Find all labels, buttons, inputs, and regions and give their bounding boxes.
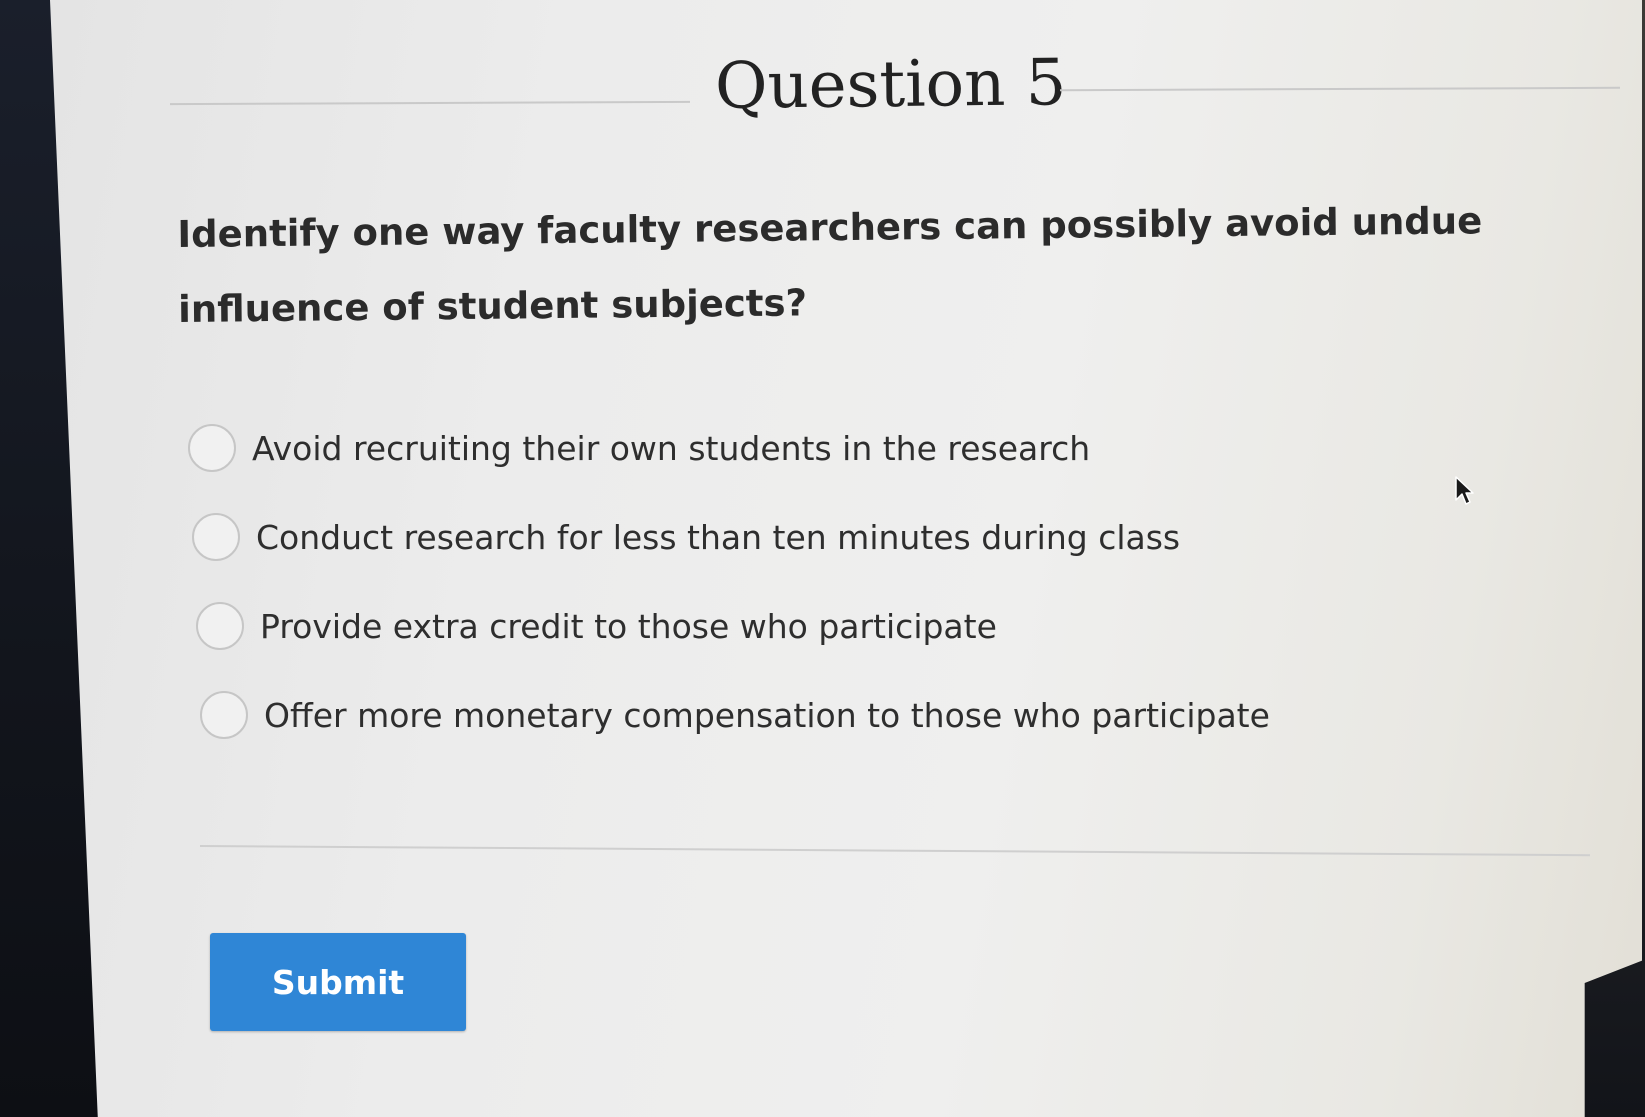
radio-button[interactable] [192,513,240,561]
question-text: Identify one way faculty researchers can… [177,199,1483,331]
radio-button[interactable] [188,424,236,472]
option-1[interactable]: Avoid recruiting their own students in t… [188,418,1090,478]
question-header: Question 5 [169,40,1621,150]
option-label: Conduct research for less than ten minut… [256,517,1181,557]
option-label: Provide extra credit to those who partic… [260,606,997,646]
option-4[interactable]: Offer more monetary compensation to thos… [200,685,1270,745]
option-3[interactable]: Provide extra credit to those who partic… [196,596,997,656]
radio-button[interactable] [200,691,248,739]
quiz-screen: Question 5 Identify one way faculty rese… [50,0,1642,1117]
submit-button[interactable]: Submit [210,933,466,1031]
radio-button[interactable] [196,602,244,650]
option-label: Offer more monetary compensation to thos… [264,695,1270,735]
header-rule-right [1059,86,1621,92]
header-rule-left [169,100,691,106]
section-divider [199,845,1590,857]
option-2[interactable]: Conduct research for less than ten minut… [192,507,1180,567]
option-label: Avoid recruiting their own students in t… [252,428,1091,468]
mouse-pointer-icon [1455,476,1474,505]
question-title: Question 5 [714,46,1067,124]
